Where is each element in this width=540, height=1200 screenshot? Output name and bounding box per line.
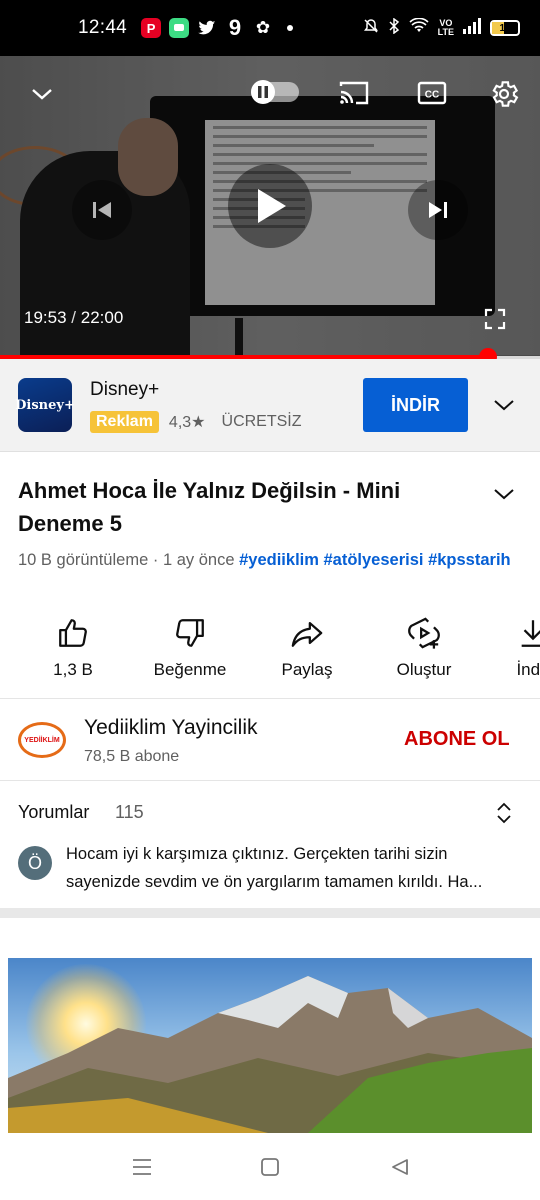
system-nav-bar <box>0 1133 540 1200</box>
pinwheel-icon: ✿ <box>255 18 271 37</box>
pause-icon <box>251 80 275 104</box>
download-button[interactable]: İndir <box>474 612 540 680</box>
divider <box>0 698 540 699</box>
volte-icon: VO LTE <box>437 18 454 37</box>
mountain-landscape <box>8 976 532 1133</box>
video-player[interactable]: CC 19:53 / 22:00 <box>0 56 540 356</box>
star-icon: ★ <box>191 414 206 431</box>
time-separator: / <box>71 308 77 327</box>
create-remix-icon <box>408 617 440 649</box>
dislike-button[interactable]: Beğenme <box>131 612 249 680</box>
mute-icon <box>363 18 379 38</box>
time-display: 19:53 / 22:00 <box>24 308 123 328</box>
previous-video-button[interactable] <box>72 180 132 240</box>
divider <box>0 780 540 781</box>
more-notifications-dot <box>287 25 294 31</box>
settings-gear-icon[interactable] <box>486 76 522 112</box>
twitter-icon <box>197 18 217 38</box>
ad-rating: 4,3★ <box>168 414 206 431</box>
collapse-player-button[interactable] <box>22 80 62 108</box>
video-title[interactable]: Ahmet Hoca İle Yalnız Değilsin - Mini De… <box>18 474 458 540</box>
recent-apps-icon[interactable] <box>128 1153 156 1181</box>
ad-install-button[interactable]: İNDİR <box>363 378 468 432</box>
ad-badge: Reklam <box>90 411 159 433</box>
captions-button[interactable]: CC <box>414 78 450 108</box>
next-video-button[interactable] <box>408 180 468 240</box>
home-icon[interactable] <box>256 1153 284 1181</box>
hashtag-link[interactable]: #atölyeserisi <box>324 551 424 569</box>
view-count: 10 B görüntüleme <box>18 551 149 569</box>
channel-avatar[interactable]: YEDİİKLİM <box>18 722 66 758</box>
thumbs-down-icon <box>176 619 204 647</box>
hashtag-link[interactable]: #yediiklim <box>239 551 319 569</box>
current-time: 19:53 <box>24 308 67 327</box>
hashtag-link[interactable]: #kpsstarih <box>428 551 511 569</box>
ad-price: ÜCRETSİZ <box>221 413 302 430</box>
next-video-thumbnail[interactable] <box>8 958 532 1133</box>
play-button[interactable] <box>228 164 312 248</box>
nine-app-icon: 9 <box>228 15 242 40</box>
share-arrow-icon <box>291 621 323 647</box>
ad-app-logo: Disney+ <box>15 378 75 432</box>
status-bar: 12:44 P 9 ✿ VO LTE 16 <box>0 0 540 56</box>
bluetooth-icon <box>388 17 400 38</box>
like-button[interactable]: 1,3 B <box>14 612 132 680</box>
status-time: 12:44 <box>78 17 128 38</box>
action-bar: 1,3 B Beğenme Paylaş Oluştur İndir <box>0 612 540 698</box>
subscriber-count: 78,5 B abone <box>84 748 180 765</box>
notification-icons: P 9 ✿ <box>141 15 294 40</box>
system-icons: VO LTE 16 <box>363 17 520 38</box>
chevron-down-icon[interactable] <box>488 389 520 421</box>
channel-row[interactable]: YEDİİKLİM Yediiklim Yayincilik 78,5 B ab… <box>0 700 540 780</box>
wifi-icon <box>409 17 429 38</box>
duration: 22:00 <box>80 308 124 327</box>
svg-text:CC: CC <box>425 90 439 101</box>
channel-name[interactable]: Yediiklim Yayincilik <box>84 716 258 740</box>
expand-collapse-icon[interactable] <box>490 798 518 828</box>
ad-meta: Reklam 4,3★ ÜCRETSİZ <box>90 411 302 433</box>
autoplay-toggle[interactable] <box>248 80 302 104</box>
messages-icon <box>169 18 190 38</box>
comments-section[interactable]: Yorumlar 115 Ö Hocam iyi k karşımıza çık… <box>0 782 540 908</box>
comments-label: Yorumlar <box>18 802 90 822</box>
fullscreen-button[interactable] <box>480 304 510 334</box>
top-comment[interactable]: Hocam iyi k karşımıza çıktınız. Gerçekte… <box>66 840 522 896</box>
battery-icon: 16 <box>490 20 520 36</box>
upload-age: 1 ay önce <box>162 551 235 569</box>
share-button[interactable]: Paylaş <box>248 612 366 680</box>
ad-banner[interactable]: Disney+ Disney+ Reklam 4,3★ ÜCRETSİZ İND… <box>0 359 540 452</box>
commenter-avatar: Ö <box>18 846 52 880</box>
pinterest-icon: P <box>141 18 162 38</box>
section-divider <box>0 908 540 918</box>
signal-icon <box>463 18 481 38</box>
description-expand-chevron-icon[interactable] <box>488 478 520 510</box>
create-button[interactable]: Oluştur <box>365 612 483 680</box>
download-icon <box>521 620 540 647</box>
video-meta: 10 B görüntüleme · 1 ay önce #yediiklim … <box>18 548 518 572</box>
meta-dot: · <box>152 551 159 569</box>
comments-count: 115 <box>115 802 144 822</box>
thumbs-up-icon <box>59 619 87 647</box>
subscribe-button[interactable]: ABONE OL <box>404 728 510 751</box>
back-icon[interactable] <box>386 1153 414 1181</box>
ad-app-name: Disney+ <box>90 379 160 400</box>
cast-button[interactable] <box>336 78 372 108</box>
